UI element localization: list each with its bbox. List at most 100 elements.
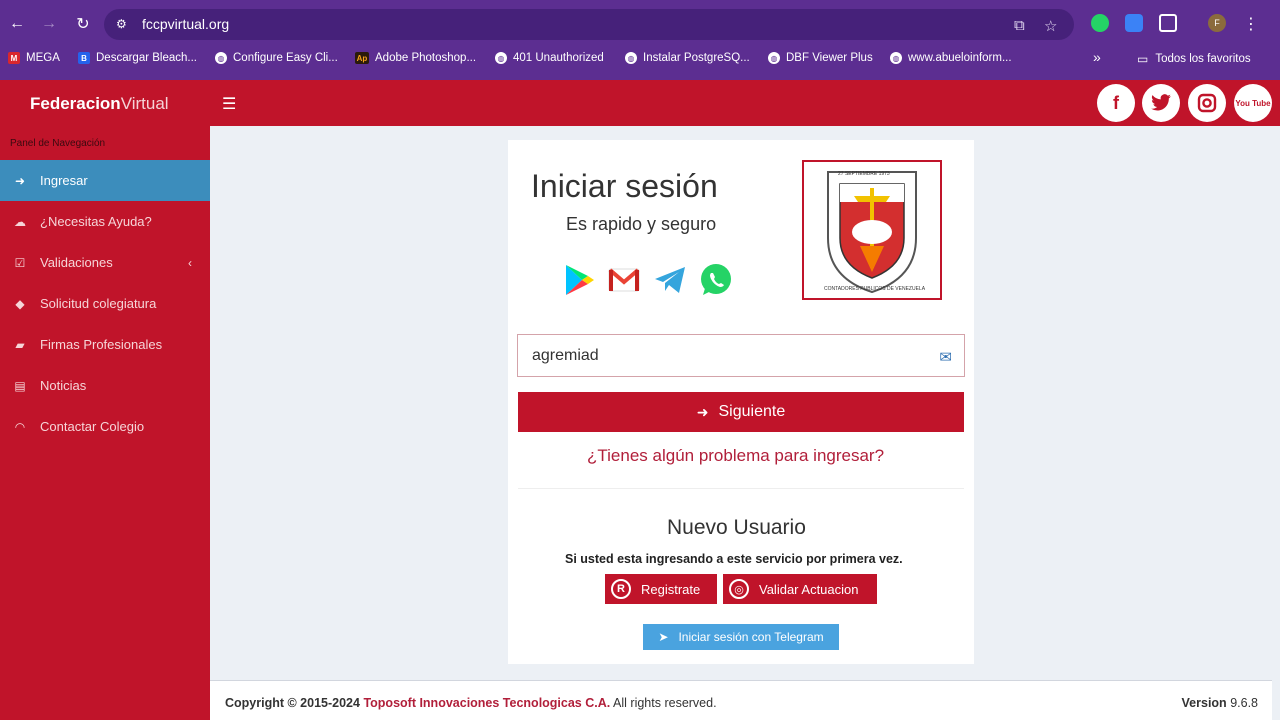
folder-icon: ▰ — [15, 337, 25, 352]
bookmark-dbf[interactable]: ◍ DBF Viewer Plus — [768, 52, 873, 64]
twitter-icon[interactable] — [1142, 84, 1180, 122]
validate-actuacion-button[interactable]: ◎ Validar Actuacion — [723, 574, 877, 604]
version-number: 9.6.8 — [1230, 696, 1258, 710]
logo-light: Virtual — [120, 94, 169, 113]
gmail-icon[interactable] — [607, 263, 641, 297]
sidebar-item-label: Contactar Colegio — [40, 419, 145, 434]
bookmark-label: Configure Easy Cli... — [233, 52, 338, 64]
chevron-left-icon: ‹ — [188, 255, 192, 270]
page-title: Iniciar sesión — [531, 168, 718, 204]
address-bar[interactable]: ⚙ fccpvirtual.org ⧉ ☆ — [104, 9, 1074, 40]
newspaper-icon: ▤ — [14, 378, 26, 393]
version: Version 9.6.8 — [1182, 696, 1258, 710]
sidebar-item-ingresar[interactable]: ➜ Ingresar — [0, 160, 210, 201]
chat-icon: ☁ — [14, 214, 26, 229]
forward-icon[interactable]: → — [37, 12, 61, 36]
sidebar-item-validaciones[interactable]: ☑ Validaciones ‹ — [0, 242, 210, 283]
next-button[interactable]: ➜ Siguiente — [518, 392, 964, 432]
sidebar-item-noticias[interactable]: ▤ Noticias — [0, 365, 210, 406]
rss-icon: ◠ — [14, 419, 26, 434]
site-logo[interactable]: FederacionVirtual — [30, 94, 169, 114]
google-play-icon[interactable] — [562, 263, 596, 297]
page-footer: Copyright © 2015-2024 Toposoft Innovacio… — [210, 680, 1272, 720]
bleach-icon: B — [78, 52, 90, 64]
user-input[interactable] — [532, 345, 922, 367]
sidebar-item-firmas[interactable]: ▰ Firmas Profesionales — [0, 324, 210, 365]
bookmark-label: Instalar PostgreSQ... — [643, 52, 750, 64]
copyright-text: Copyright © 2015-2024 — [225, 696, 360, 710]
bookmark-label: Adobe Photoshop... — [375, 52, 477, 64]
back-icon[interactable]: ← — [5, 12, 29, 36]
new-user-title: Nuevo Usuario — [667, 516, 806, 539]
seal-emblem — [827, 171, 917, 294]
menu-toggle-icon[interactable]: ☰ — [222, 94, 236, 114]
login-problem-link[interactable]: ¿Tienes algún problema para ingresar? — [587, 446, 884, 466]
chrome-menu-icon[interactable]: ⋮ — [1239, 12, 1263, 36]
all-bookmarks-folder[interactable]: ▭ Todos los favoritos — [1137, 52, 1251, 66]
seal-top-text: 27 SEPTIEMBRE 1973 — [838, 171, 890, 177]
globe-icon: ◍ — [215, 52, 227, 64]
validate-button-label: Validar Actuacion — [759, 581, 859, 597]
bookmark-star-icon[interactable]: ☆ — [1044, 17, 1057, 35]
globe-icon: ◍ — [890, 52, 902, 64]
app-header: FederacionVirtual ☰ f You Tube — [0, 80, 1280, 126]
telegram-icon[interactable] — [653, 263, 687, 297]
sidebar-item-label: Validaciones — [40, 255, 113, 270]
bookmark-401[interactable]: ◍ 401 Unauthorized — [495, 52, 604, 64]
telegram-login-button[interactable]: ➤ Iniciar sesión con Telegram — [643, 624, 839, 650]
sidebar-title: Panel de Navegación — [10, 138, 106, 149]
bookmark-postgres[interactable]: ◍ Instalar PostgreSQ... — [625, 52, 750, 64]
youtube-icon[interactable]: You Tube — [1234, 84, 1272, 122]
envelope-icon: ✉ — [939, 349, 952, 366]
browser-toolbar: ← → ↻ ⚙ fccpvirtual.org ⧉ ☆ F ⋮ — [0, 0, 1280, 48]
bookmark-photoshop[interactable]: Ap Adobe Photoshop... — [355, 52, 476, 64]
bookmark-label: www.abueloinform... — [908, 52, 1012, 64]
card-divider — [518, 488, 964, 489]
site-settings-icon[interactable]: ⚙ — [116, 17, 132, 31]
bookmark-configure[interactable]: ◍ Configure Easy Cli... — [215, 52, 338, 64]
sign-in-icon: ➜ — [14, 173, 26, 188]
whatsapp-extension-icon[interactable] — [1091, 14, 1109, 32]
telegram-plane-icon: ➤ — [658, 630, 669, 644]
sidebar-item-ayuda[interactable]: ☁ ¿Necesitas Ayuda? — [0, 201, 210, 242]
sidebar-item-contactar[interactable]: ◠ Contactar Colegio — [0, 406, 210, 447]
profile-avatar[interactable]: F — [1208, 14, 1226, 32]
globe-icon: ◍ — [625, 52, 637, 64]
bookmark-bleach[interactable]: B Descargar Bleach... — [78, 52, 197, 64]
mega-icon: M — [8, 52, 20, 64]
sidebar-item-label: Solicitud colegiatura — [40, 296, 157, 311]
sign-in-icon: ➜ — [696, 403, 709, 420]
sidebar-item-solicitud[interactable]: ◆ Solicitud colegiatura — [0, 283, 210, 324]
facebook-icon[interactable]: f — [1097, 84, 1135, 122]
page-subtitle: Es rapido y seguro — [566, 214, 717, 234]
folder-icon: ▭ — [1137, 52, 1149, 66]
badge-search-icon: ◎ — [729, 579, 749, 599]
bookmark-label: MEGA — [26, 52, 60, 64]
whatsapp-icon[interactable] — [699, 263, 733, 297]
extensions-puzzle-icon[interactable] — [1159, 14, 1177, 32]
instagram-icon[interactable] — [1188, 84, 1226, 122]
globe-icon: ◍ — [495, 52, 507, 64]
sidebar: Panel de Navegación ➜ Ingresar ☁ ¿Necesi… — [0, 126, 210, 720]
photoshop-icon: Ap — [355, 52, 369, 64]
install-app-icon[interactable]: ⧉ — [1014, 17, 1025, 34]
check-square-icon: ☑ — [14, 255, 26, 270]
version-label: Version — [1181, 696, 1227, 710]
bookmarks-overflow-icon[interactable]: » — [1093, 49, 1101, 65]
sidebar-item-label: Ingresar — [40, 173, 88, 188]
seal-ring-text: CONTADORES PUBLICOS DE VENEZUELA — [824, 286, 926, 292]
cloud-extension-icon[interactable] — [1125, 14, 1143, 32]
sidebar-item-label: Firmas Profesionales — [40, 337, 163, 352]
bookmark-mega[interactable]: M MEGA — [8, 52, 60, 64]
registered-icon: R — [611, 579, 631, 599]
reload-icon[interactable]: ↻ — [71, 12, 95, 36]
bookmark-label: Descargar Bleach... — [96, 52, 197, 64]
register-button-label: Registrate — [641, 581, 701, 597]
register-button[interactable]: R Registrate — [605, 574, 717, 604]
sidebar-item-label: Noticias — [40, 378, 87, 393]
bookmark-abuelo[interactable]: ◍ www.abueloinform... — [890, 52, 1012, 64]
company-link[interactable]: Toposoft Innovaciones Tecnologicas C.A. — [363, 696, 610, 710]
user-input-field[interactable]: ✉ — [517, 334, 965, 377]
colegio-seal-logo: 27 SEPTIEMBRE 1973 CONTADORES PUBLICOS D… — [802, 160, 942, 300]
bookmark-label: 401 Unauthorized — [513, 52, 604, 64]
